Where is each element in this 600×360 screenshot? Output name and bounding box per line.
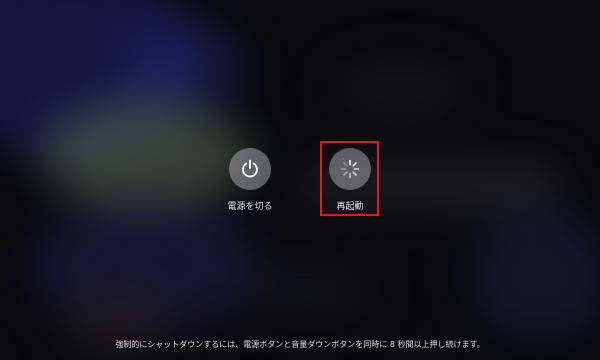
- shutdown-screen: 電源を切る 再起動 強制的にシャットダウンするには、電源ボタンと音量ダウンボタン…: [0, 0, 600, 360]
- force-shutdown-hint: 強制的にシャットダウンするには、電源ボタンと音量ダウンボタンを同時に 8 秒間以…: [115, 340, 485, 349]
- spinner-icon: [340, 159, 360, 179]
- dim-overlay: [0, 0, 600, 360]
- restart-button[interactable]: [329, 148, 371, 190]
- power-off-option[interactable]: 電源を切る: [210, 148, 290, 213]
- power-off-label: 電源を切る: [227, 202, 273, 212]
- restart-label: 再起動: [336, 202, 364, 212]
- power-icon: [242, 159, 258, 178]
- power-off-button[interactable]: [229, 148, 271, 190]
- restart-option[interactable]: 再起動: [310, 148, 390, 213]
